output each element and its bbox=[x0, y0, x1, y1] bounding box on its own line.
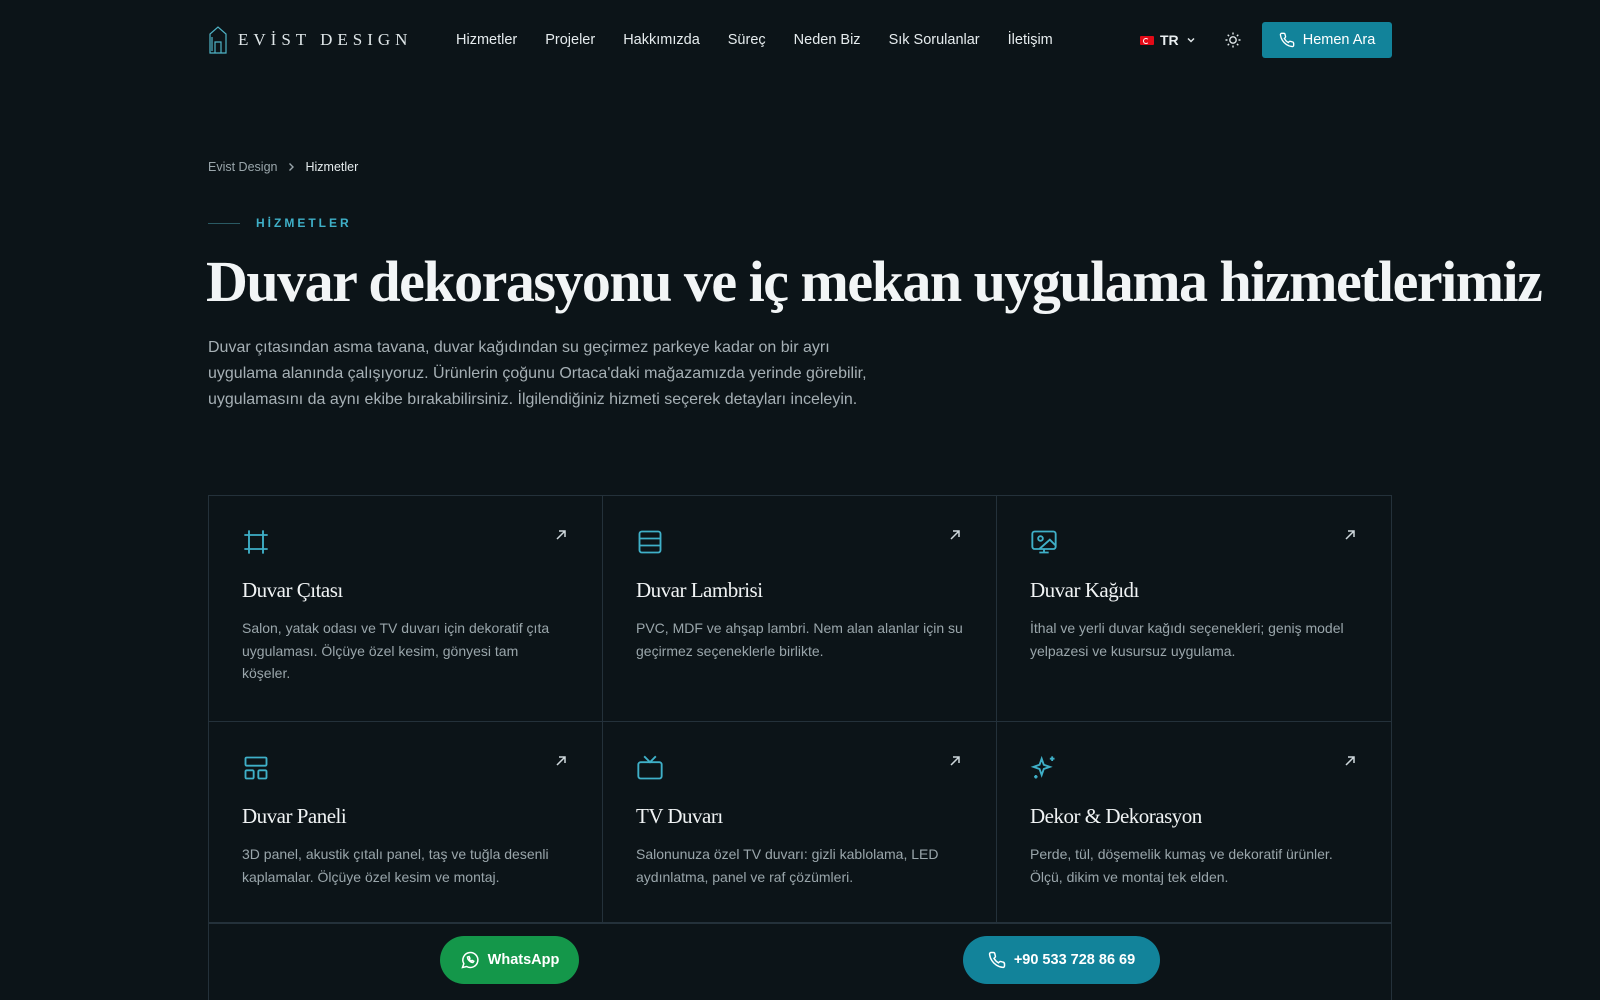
phone-icon bbox=[1279, 32, 1295, 48]
arrow-up-right-icon bbox=[1345, 530, 1355, 540]
sparkles-icon bbox=[1030, 755, 1055, 779]
site-header: EVİST DESIGN Hizmetler Projeler Hakkımız… bbox=[208, 22, 1392, 58]
house-logo-icon bbox=[209, 26, 227, 54]
rows-icon bbox=[638, 530, 662, 554]
service-description: 3D panel, akustik çıtalı panel, taş ve t… bbox=[242, 846, 549, 885]
chevron-down-icon bbox=[1187, 37, 1195, 43]
service-card-tv-duvari[interactable]: TV Duvarı Salonunuza özel TV duvarı: giz… bbox=[603, 722, 997, 923]
main-nav: Hizmetler Projeler Hakkımızda Süreç Nede… bbox=[456, 32, 1081, 48]
nav-sss[interactable]: Sık Sorulanlar bbox=[889, 32, 980, 48]
eyebrow-label: HİZMETLER bbox=[256, 216, 352, 230]
language-label: TR bbox=[1160, 32, 1179, 48]
tv-icon bbox=[637, 755, 663, 780]
page-lead: Duvar çıtasından asma tavana, duvar kağı… bbox=[208, 339, 867, 408]
nav-iletisim[interactable]: İletişim bbox=[1008, 32, 1053, 48]
arrow-up-right-icon bbox=[556, 530, 566, 540]
whatsapp-icon bbox=[460, 951, 479, 969]
frame-icon bbox=[244, 530, 268, 554]
whatsapp-label: WhatsApp bbox=[487, 952, 560, 968]
breadcrumb: Evist Design Hizmetler bbox=[208, 160, 358, 174]
nav-neden-biz[interactable]: Neden Biz bbox=[794, 32, 861, 48]
logo[interactable]: EVİST DESIGN bbox=[208, 25, 456, 55]
arrow-up-right-icon bbox=[950, 756, 960, 766]
logo-text: EVİST DESIGN bbox=[238, 30, 413, 49]
service-title: Duvar Paneli bbox=[242, 804, 347, 828]
service-title: TV Duvarı bbox=[636, 804, 723, 828]
arrow-up-right-icon bbox=[950, 530, 960, 540]
turkey-flag-icon bbox=[1140, 35, 1154, 45]
service-title: Duvar Çıtası bbox=[242, 578, 343, 602]
image-icon bbox=[1031, 530, 1057, 554]
nav-hakkimizda[interactable]: Hakkımızda bbox=[623, 32, 700, 48]
sun-icon[interactable] bbox=[1224, 31, 1242, 49]
service-card-duvar-citasi[interactable]: Duvar Çıtası Salon, yatak odası ve TV du… bbox=[209, 496, 603, 722]
layout-icon bbox=[244, 756, 268, 780]
eyebrow-line bbox=[208, 222, 240, 224]
services-grid-next-row bbox=[208, 922, 1392, 1000]
nav-surec[interactable]: Süreç bbox=[728, 32, 766, 48]
arrow-up-right-icon bbox=[1345, 756, 1355, 766]
service-title: Duvar Kağıdı bbox=[1030, 578, 1139, 602]
breadcrumb-home[interactable]: Evist Design bbox=[208, 160, 277, 174]
service-card-dekor[interactable]: Dekor & Dekorasyon Perde, tül, döşemelik… bbox=[997, 722, 1391, 923]
phone-call-button[interactable]: +90 533 728 86 69 bbox=[963, 936, 1160, 984]
language-select[interactable]: TR bbox=[1140, 32, 1197, 48]
whatsapp-button[interactable]: WhatsApp bbox=[440, 936, 579, 984]
services-grid: Duvar Çıtası Salon, yatak odası ve TV du… bbox=[208, 495, 1392, 924]
service-description: İthal ve yerli duvar kağıdı seçenekleri;… bbox=[1030, 620, 1344, 659]
service-card-duvar-paneli[interactable]: Duvar Paneli 3D panel, akustik çıtalı pa… bbox=[209, 722, 603, 923]
service-description: Salonunuza özel TV duvarı: gizli kablola… bbox=[636, 846, 939, 885]
chevron-right-icon bbox=[289, 163, 295, 171]
page-title: Duvar dekorasyonu ve iç mekan uygulama h… bbox=[206, 249, 1543, 314]
service-card-duvar-kagidi[interactable]: Duvar Kağıdı İthal ve yerli duvar kağıdı… bbox=[997, 496, 1391, 722]
call-now-button[interactable]: Hemen Ara bbox=[1262, 22, 1392, 58]
service-description: Salon, yatak odası ve TV duvarı için dek… bbox=[242, 620, 550, 681]
arrow-up-right-icon bbox=[556, 756, 566, 766]
service-card-duvar-lambrisi[interactable]: Duvar Lambrisi PVC, MDF ve ahşap lambri.… bbox=[603, 496, 997, 722]
nav-projeler[interactable]: Projeler bbox=[545, 32, 595, 48]
service-description: PVC, MDF ve ahşap lambri. Nem alan alanl… bbox=[636, 620, 963, 659]
phone-number: +90 533 728 86 69 bbox=[1013, 952, 1136, 968]
phone-icon bbox=[988, 951, 1006, 969]
service-description: Perde, tül, döşemelik kumaş ve dekoratif… bbox=[1030, 846, 1333, 885]
nav-hizmetler[interactable]: Hizmetler bbox=[456, 32, 517, 48]
service-title: Dekor & Dekorasyon bbox=[1030, 804, 1202, 828]
breadcrumb-current: Hizmetler bbox=[305, 160, 359, 174]
call-now-label: Hemen Ara bbox=[1302, 32, 1376, 48]
service-title: Duvar Lambrisi bbox=[636, 578, 763, 602]
section-eyebrow: HİZMETLER bbox=[208, 216, 352, 230]
